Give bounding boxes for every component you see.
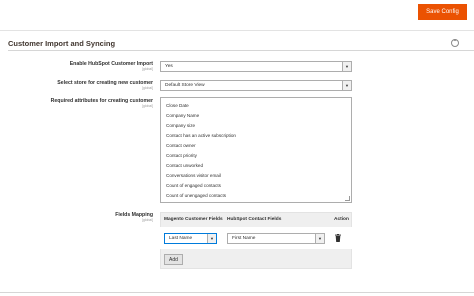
store-label: Select store for creating new customer [57,80,153,86]
chevron-down-icon: ▼ [342,62,351,71]
magento-field-value: Last Name [169,236,193,241]
section-title[interactable]: Customer Import and Syncing [8,39,115,48]
divider [0,292,474,293]
store-value: Default Store View [165,83,205,88]
enable-import-select[interactable]: Yes ▼ [160,61,352,72]
hubspot-field-select[interactable]: First Name ▼ [227,233,325,244]
chevron-down-icon: ▼ [342,81,351,90]
store-select[interactable]: Default Store View ▼ [160,80,352,91]
collapse-circle-icon[interactable]: ⌃ [451,39,459,47]
chevron-down-icon: ▼ [207,234,216,243]
required-attrs-multiselect[interactable]: Close Date Company Name Company size Con… [160,97,352,203]
multiselect-option[interactable]: Company size [166,123,195,128]
add-mapping-button[interactable]: Add [164,254,183,265]
store-scope: [global] [142,86,153,90]
multiselect-option[interactable]: Count of engaged contacts [166,183,221,188]
chevron-down-icon: ▼ [315,234,324,243]
enable-import-label: Enable HubSpot Customer Import [69,61,153,67]
resize-handle[interactable] [345,196,350,201]
multiselect-option[interactable]: Contact owner [166,143,196,148]
page-actions-bar: Save Config [0,0,474,30]
enable-import-value: Yes [165,64,173,69]
enable-import-scope: [global] [142,67,153,71]
required-attrs-label: Required attributes for creating custome… [50,98,153,104]
multiselect-option[interactable]: Conversations visitor email [166,173,221,178]
multiselect-option[interactable]: Contact has an active subscription [166,133,236,138]
column-header-hubspot: HubSpot Contact Fields [227,217,282,222]
mapping-scope: [global] [142,218,153,222]
multiselect-option[interactable]: Contact unworked [166,163,203,168]
multiselect-option[interactable]: Company Name [166,113,199,118]
multiselect-option[interactable]: Count of unengaged contacts [166,193,226,198]
hubspot-field-value: First Name [232,236,256,241]
divider [8,50,474,51]
column-header-magento: Magento Customer Fields [164,217,223,222]
save-config-button[interactable]: Save Config [418,4,467,20]
magento-field-select[interactable]: Last Name ▼ [164,233,217,244]
multiselect-option[interactable]: Contact priority [166,153,197,158]
required-attrs-scope: [global] [142,104,153,108]
column-header-action: Action [334,217,349,222]
multiselect-option[interactable]: Close Date [166,103,189,108]
divider [0,30,474,31]
trash-icon[interactable] [335,234,341,242]
